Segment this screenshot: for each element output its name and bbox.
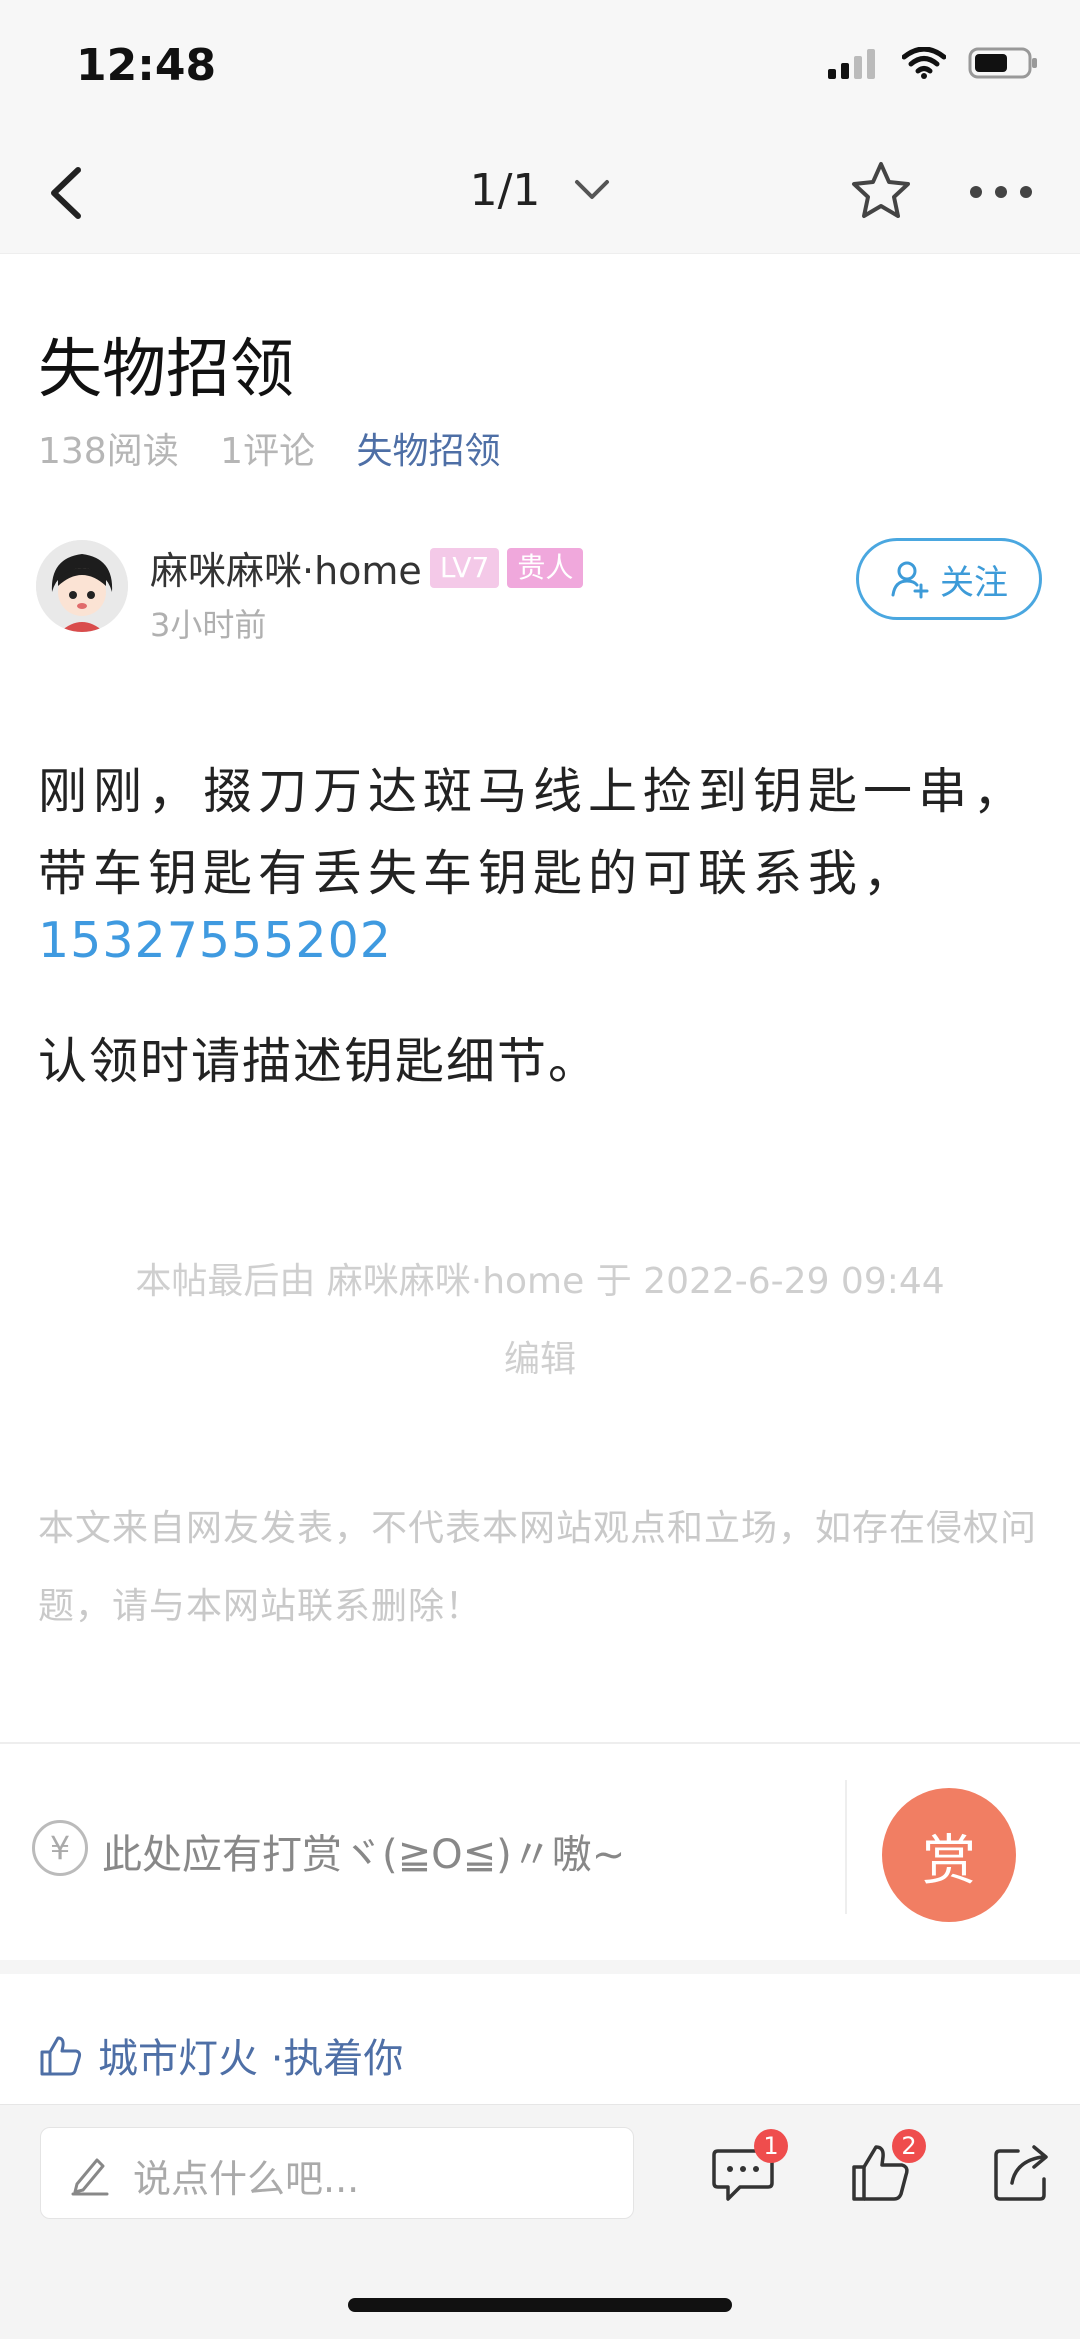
section-gap [0, 1960, 1080, 1974]
read-count: 138阅读 [38, 431, 179, 472]
avatar[interactable] [36, 540, 128, 632]
rank-badge: 贵人 [507, 547, 584, 588]
status-time: 12:48 [76, 40, 217, 91]
divider [845, 1780, 847, 1914]
nav-bar: 1/1 [0, 132, 1080, 254]
status-bar: 12:48 [0, 0, 1080, 132]
signal-icon [828, 49, 875, 79]
comment-count-badge: 1 [754, 2129, 788, 2163]
comment-placeholder: 说点什么吧... [133, 2157, 360, 2201]
like-count-badge: 2 [892, 2129, 926, 2163]
star-icon[interactable] [848, 158, 914, 224]
post-title: 失物招领 [38, 333, 294, 407]
battery-icon [968, 47, 1037, 79]
post-time: 3小时前 [150, 606, 267, 644]
content-line: 刚刚，掇刀万达斑马线上捡到钥匙一串， [38, 763, 1029, 820]
category-link[interactable]: 失物招领 [357, 431, 501, 472]
level-badge: LV7 [429, 547, 500, 588]
home-indicator[interactable] [348, 2298, 732, 2312]
thumbs-up-icon [40, 2036, 82, 2076]
status-icons [828, 46, 1040, 80]
liker-names[interactable]: 城市灯火 ·执着你 [98, 2026, 403, 2084]
follow-button[interactable]: 关注 [856, 538, 1042, 620]
content-line: 认领时请描述钥匙细节。 [38, 1033, 600, 1090]
author-row: 麻咪麻咪·home LV7 贵人 [150, 540, 584, 595]
more-icon[interactable] [966, 172, 1036, 212]
pen-icon [71, 2158, 109, 2196]
likes-row: 城市灯火 ·执着你 [38, 2026, 403, 2084]
reward-prompt: 此处应有打赏ヾ(≧O≦)〃嗷~ [102, 1832, 626, 1878]
share-button[interactable] [990, 2139, 1056, 2205]
follow-label: 关注 [940, 562, 1008, 603]
add-user-icon [891, 561, 929, 599]
page-switcher[interactable]: 1/1 [0, 162, 1080, 216]
disclaimer: 本文来自网友发表，不代表本网站观点和立场，如存在侵权问题，请与本网站联系删除！ [38, 1508, 1038, 1627]
page-indicator: 1/1 [469, 164, 541, 216]
comment-input[interactable]: 说点什么吧... [40, 2127, 634, 2219]
share-icon [994, 2145, 1048, 2201]
content-line: 带车钥匙有丢失车钥匙的可联系我， [38, 845, 919, 902]
comment-count: 1评论 [220, 431, 316, 472]
avatar-icon [36, 540, 128, 632]
yen-icon: ¥ [32, 1820, 88, 1876]
reward-button[interactable]: 赏 [882, 1788, 1016, 1922]
comments-button[interactable]: 1 [710, 2129, 788, 2205]
author-name[interactable]: 麻咪麻咪·home [150, 540, 422, 595]
phone-link[interactable]: 15327555202 [38, 912, 392, 969]
post-meta: 138阅读 1评论 失物招领 [38, 422, 531, 474]
edit-note: 本帖最后由 麻咪麻咪·home 于 2022-6-29 09:44 [135, 1261, 945, 1302]
chevron-down-icon [575, 180, 610, 199]
like-button[interactable]: 2 [848, 2129, 926, 2205]
wifi-icon [902, 47, 946, 79]
reward-row: ¥ 此处应有打赏ヾ(≧O≦)〃嗷~ 赏 [0, 1744, 1080, 1960]
edit-note-suffix: 编辑 [503, 1339, 576, 1380]
